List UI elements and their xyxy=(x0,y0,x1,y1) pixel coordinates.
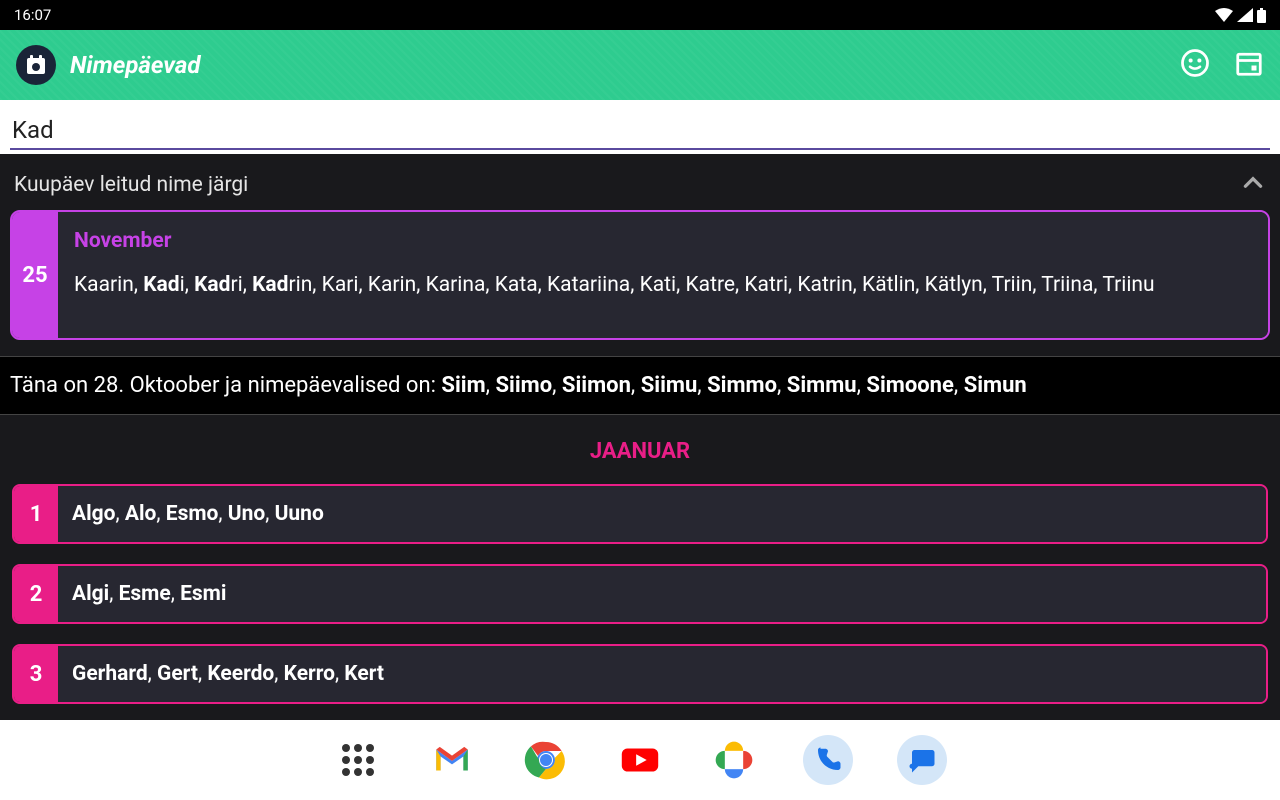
day-row[interactable]: 2 Algi, Esme, Esmi xyxy=(12,564,1268,624)
status-time: 16:07 xyxy=(14,6,51,24)
gmail-icon[interactable] xyxy=(427,735,477,785)
today-bar: Täna on 28. Oktoober ja nimepäevalised o… xyxy=(0,356,1280,415)
day-number: 3 xyxy=(14,646,58,702)
chevron-up-icon[interactable] xyxy=(1240,170,1266,200)
day-row[interactable]: 3 Gerhard, Gert, Keerdo, Kerro, Kert xyxy=(12,644,1268,704)
apps-drawer-icon[interactable] xyxy=(333,735,383,785)
found-label: Kuupäev leitud nime järgi xyxy=(14,173,248,197)
app-bar: Nimepäevad xyxy=(0,30,1280,100)
status-right xyxy=(1215,8,1266,23)
day-names: Algo, Alo, Esmo, Uno, Uuno xyxy=(58,486,1266,542)
wifi-icon xyxy=(1215,8,1233,22)
phone-icon[interactable] xyxy=(803,735,853,785)
status-bar: 16:07 xyxy=(0,0,1280,30)
youtube-icon[interactable] xyxy=(615,735,665,785)
day-row[interactable]: 1 Algo, Alo, Esmo, Uno, Uuno xyxy=(12,484,1268,544)
app-logo-icon xyxy=(16,45,56,85)
calendar-icon[interactable] xyxy=(1234,48,1264,82)
day-number: 1 xyxy=(14,486,58,542)
app-title: Nimepäevad xyxy=(70,51,1180,79)
today-names: Siim, Siimo, Siimon, Siimu, Simmo, Simmu… xyxy=(441,373,1026,398)
search-wrap xyxy=(0,100,1280,154)
messages-icon[interactable] xyxy=(897,735,947,785)
result-card[interactable]: 25 November Kaarin, Kadi, Kadri, Kadrin,… xyxy=(10,210,1270,340)
signal-icon xyxy=(1237,8,1253,22)
result-day-number: 25 xyxy=(12,212,58,338)
day-number: 2 xyxy=(14,566,58,622)
today-prefix: Täna on 28. Oktoober ja nimepäevalised o… xyxy=(10,373,441,398)
day-list: 1 Algo, Alo, Esmo, Uno, Uuno 2 Algi, Esm… xyxy=(0,484,1280,744)
found-section: Kuupäev leitud nime järgi 25 November Ka… xyxy=(0,154,1280,356)
face-icon[interactable] xyxy=(1180,48,1210,82)
result-names: Kaarin, Kadi, Kadri, Kadrin, Kari, Karin… xyxy=(74,270,1252,302)
month-header: JAANUAR xyxy=(0,415,1280,484)
chrome-icon[interactable] xyxy=(521,735,571,785)
result-month: November xyxy=(74,226,1252,258)
search-input[interactable] xyxy=(10,112,1270,150)
battery-icon xyxy=(1257,8,1266,23)
day-names: Gerhard, Gert, Keerdo, Kerro, Kert xyxy=(58,646,1266,702)
navigation-dock xyxy=(0,720,1280,800)
photos-icon[interactable] xyxy=(709,735,759,785)
day-names: Algi, Esme, Esmi xyxy=(58,566,1266,622)
